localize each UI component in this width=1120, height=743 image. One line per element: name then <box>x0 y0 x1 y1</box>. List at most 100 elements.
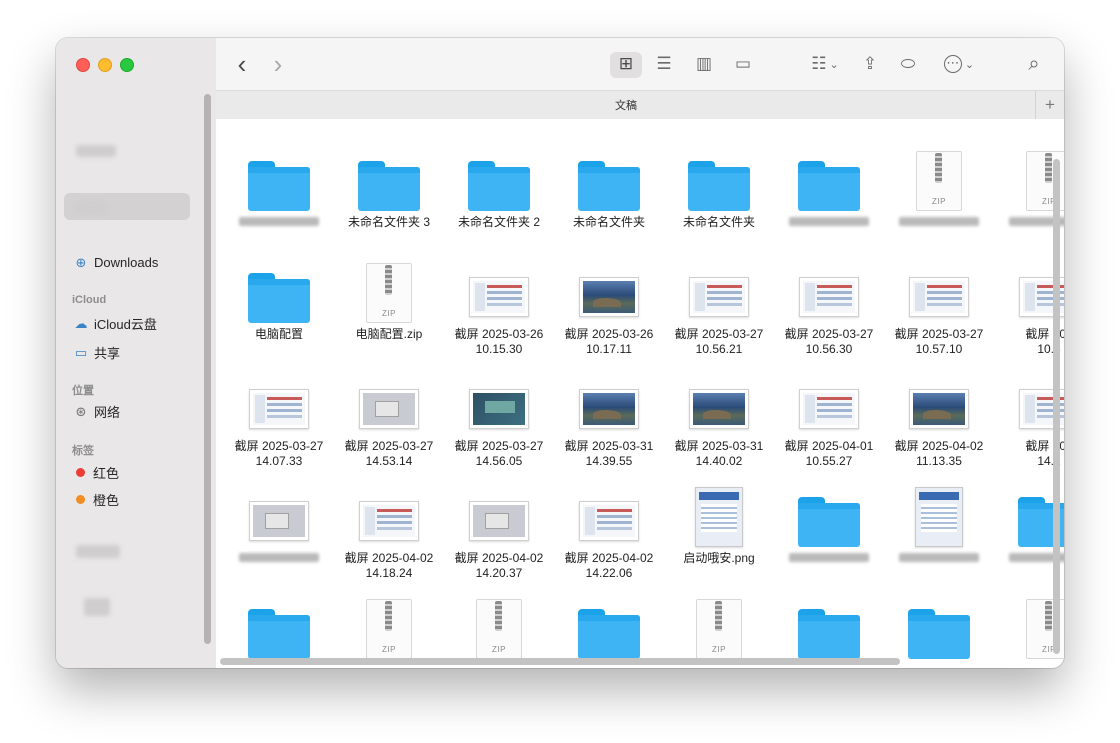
sidebar-item-icloud-drive[interactable]: ☁ iCloud云盘 <box>74 314 157 333</box>
screenshot-thumbnail <box>909 277 969 317</box>
screenshot-thumbnail <box>909 389 969 429</box>
sidebar-section-tags: 标签 <box>72 445 94 457</box>
screenshot-thumbnail <box>249 501 309 541</box>
sidebar-item-label: 网络 <box>94 405 121 420</box>
folder-icon <box>358 161 420 211</box>
sidebar-item-label: iCloud云盘 <box>94 317 157 332</box>
sidebar-item-label: 共享 <box>94 346 121 361</box>
folder-icon <box>798 497 860 547</box>
shared-folder-icon: ▭ <box>74 344 88 360</box>
gallery-view-button[interactable]: ▭ <box>730 52 756 76</box>
file-name: 截屏 2025-04-01 10.55.27 <box>784 439 874 468</box>
close-button[interactable] <box>76 58 90 72</box>
toolbar: ‹ › ⊞ ☰ ▥ ▭ ☷ ⌄ ⇪ ⬭ ⋯ ⌄ ⌕ <box>216 38 1064 90</box>
folder-icon <box>798 161 860 211</box>
sidebar: ⊕ Downloads iCloud ☁ iCloud云盘 ▭ 共享 位置 ⊛ … <box>56 38 216 668</box>
sidebar-section-locations: 位置 <box>72 385 94 397</box>
file-name: 截屏 2025-04-02 11.13.35 <box>894 439 984 468</box>
file-name: 截屏 2025-03-27 10.56.30 <box>784 327 874 356</box>
screenshot-thumbnail <box>689 389 749 429</box>
folder-icon <box>248 609 310 659</box>
vertical-scrollbar[interactable] <box>1053 159 1060 654</box>
list-view-button[interactable]: ☰ <box>652 52 676 76</box>
file-name: 截屏 2025-03-27 10.57.10 <box>894 327 984 356</box>
search-button[interactable]: ⌕ <box>1022 52 1046 76</box>
screenshot-thumbnail <box>579 277 639 317</box>
screenshot-thumbnail <box>249 389 309 429</box>
screenshot-thumbnail <box>579 501 639 541</box>
red-tag-dot <box>76 468 85 477</box>
finder-window: ⊕ Downloads iCloud ☁ iCloud云盘 ▭ 共享 位置 ⊛ … <box>56 38 1064 668</box>
file-name: 截屏 2025-04-02 14.22.06 <box>564 551 654 580</box>
file-name: 电脑配置 <box>254 327 303 341</box>
sidebar-blurred-item[interactable] <box>84 598 110 616</box>
zip-badge-text: ZIP <box>382 309 396 318</box>
file-name: 启动哦安.png <box>683 551 755 565</box>
file-name: 电脑配置.zip <box>355 327 423 341</box>
file-name: 未命名文件夹 3 <box>347 215 430 229</box>
image-file-icon <box>695 487 743 547</box>
horizontal-scrollbar[interactable] <box>220 658 900 665</box>
group-icon: ☷ <box>811 54 827 73</box>
forward-button[interactable]: › <box>268 49 288 79</box>
folder-icon <box>468 161 530 211</box>
sidebar-blurred-item[interactable] <box>76 202 106 213</box>
sidebar-item-shared[interactable]: ▭ 共享 <box>74 343 120 362</box>
zip-archive-icon: ZIP <box>696 599 742 659</box>
chevron-down-icon: ⌄ <box>829 58 839 71</box>
sidebar-item-label: Downloads <box>94 255 159 270</box>
sidebar-item-label: 红色 <box>93 466 120 481</box>
zip-badge-text: ZIP <box>382 645 396 654</box>
folder-icon <box>248 161 310 211</box>
file-name: 未命名文件夹 <box>572 215 645 229</box>
zip-badge-text: ZIP <box>932 197 946 206</box>
zoom-button[interactable] <box>120 58 134 72</box>
file-name: 截屏 2025-03-26 10.17.11 <box>564 327 654 356</box>
tag-button[interactable]: ⬭ <box>896 52 920 76</box>
sidebar-item-downloads[interactable]: ⊕ Downloads <box>74 254 159 270</box>
sidebar-item-label: 橙色 <box>93 493 120 508</box>
file-name: 截屏 2025-03-31 14.39.55 <box>564 439 654 468</box>
screenshot-thumbnail <box>359 389 419 429</box>
file-grid: 未命名文件夹 3 未命名文件夹 2 未命名文件夹 未命名文件夹 ZIP ZIP 电脑配置 ZI… <box>216 119 1064 668</box>
share-button[interactable]: ⇪ <box>858 52 882 76</box>
file-name: 截屏 2025-03-27 10.56.21 <box>674 327 764 356</box>
screenshot-thumbnail <box>469 501 529 541</box>
file-name: 截屏 2025-03-27 14.53.14 <box>344 439 434 468</box>
sidebar-blurred-item[interactable] <box>76 545 120 558</box>
screenshot-thumbnail <box>469 277 529 317</box>
zip-archive-icon: ZIP <box>366 263 412 323</box>
icon-view-button[interactable]: ⊞ <box>614 52 638 76</box>
file-name: 截屏 2025-04-02 14.18.24 <box>344 551 434 580</box>
sidebar-item-tag-orange[interactable]: 橙色 <box>74 490 119 509</box>
globe-icon: ⊛ <box>75 403 87 419</box>
download-icon: ⊕ <box>75 254 87 270</box>
file-name <box>884 551 994 566</box>
back-button[interactable]: ‹ <box>232 49 252 79</box>
zip-archive-icon: ZIP <box>366 599 412 659</box>
sidebar-item-network[interactable]: ⊛ 网络 <box>74 402 120 421</box>
group-by-button[interactable]: ☷ ⌄ <box>804 52 846 76</box>
file-name: 截屏 2025-03-31 14.40.02 <box>674 439 764 468</box>
file-name <box>224 215 334 230</box>
orange-tag-dot <box>76 495 85 504</box>
file-name: 截屏 2025-03-27 14.07.33 <box>234 439 324 468</box>
file-name: 未命名文件夹 2 <box>457 215 540 229</box>
ellipsis-icon: ⋯ <box>943 55 962 73</box>
minimize-button[interactable] <box>98 58 112 72</box>
sidebar-item-tag-red[interactable]: 红色 <box>74 463 119 482</box>
sidebar-blurred-item[interactable] <box>76 145 116 157</box>
tab-documents[interactable]: 文稿 <box>216 97 1036 113</box>
folder-icon <box>578 609 640 659</box>
column-view-button[interactable]: ▥ <box>692 52 716 76</box>
file-name <box>224 551 334 566</box>
folder-icon <box>798 609 860 659</box>
sidebar-scrollbar[interactable] <box>204 94 211 644</box>
more-actions-button[interactable]: ⋯ ⌄ <box>940 52 978 76</box>
zip-badge-text: ZIP <box>492 645 506 654</box>
screenshot-thumbnail <box>469 389 529 429</box>
new-tab-button[interactable]: + <box>1035 91 1064 119</box>
tab-bar: 文稿 + <box>216 90 1064 120</box>
chevron-down-icon: ⌄ <box>964 58 975 71</box>
zip-badge-text: ZIP <box>712 645 726 654</box>
